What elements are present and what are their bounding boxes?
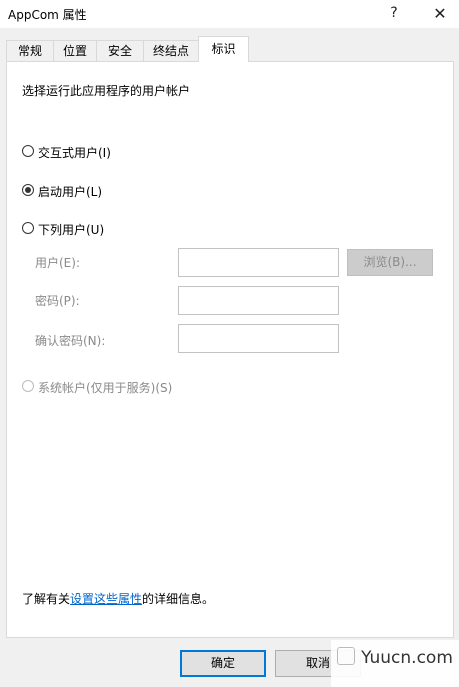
close-button[interactable]: ✕	[420, 0, 459, 28]
launching-user-label[interactable]: 启动用户(L)	[38, 183, 102, 200]
radio-launching-user[interactable]	[22, 184, 34, 196]
password-field-label: 密码(P):	[35, 294, 80, 308]
tab-label: 常规	[17, 44, 42, 58]
tab-identity[interactable]: 标识	[198, 36, 249, 62]
system-account-label: 系统帐户(仅用于服务)(S)	[38, 381, 173, 395]
radio-system-account[interactable]	[22, 380, 34, 392]
identity-heading: 选择运行此应用程序的用户帐户	[22, 84, 191, 98]
user-field-label: 用户(E):	[35, 256, 80, 270]
browse-button[interactable]: 浏览(B)...	[347, 249, 433, 276]
title-bar: AppCom 属性 ? ✕	[0, 0, 459, 28]
tab-label: 安全	[107, 44, 132, 58]
radio-this-user[interactable]	[22, 222, 34, 234]
settings-help-link[interactable]: 设置这些属性	[70, 592, 142, 606]
interactive-user-label[interactable]: 交互式用户(I)	[38, 144, 111, 161]
tab-security[interactable]: 安全	[96, 40, 144, 61]
radio-interactive-user[interactable]	[22, 145, 34, 157]
info-text: 了解有关设置这些属性的详细信息。	[22, 590, 214, 607]
info-suffix: 的详细信息。	[142, 592, 215, 606]
tab-label: 位置	[62, 44, 87, 58]
watermark-text: Yuucn.com	[361, 648, 453, 668]
watermark-logo-icon	[337, 647, 356, 665]
confirm-password-label: 确认密码(N):	[35, 334, 106, 348]
info-prefix: 了解有关	[22, 592, 71, 606]
watermark: Yuucn.com	[331, 640, 459, 687]
ok-button[interactable]: 确定	[180, 650, 266, 677]
password-field[interactable]	[178, 286, 339, 315]
help-button[interactable]: ?	[374, 0, 414, 28]
tab-endpoints[interactable]: 终结点	[143, 40, 199, 61]
tab-general[interactable]: 常规	[6, 40, 54, 61]
tab-location[interactable]: 位置	[53, 40, 97, 61]
user-field[interactable]	[178, 248, 339, 277]
window-title: AppCom 属性	[8, 8, 87, 22]
tab-label: 终结点	[152, 44, 189, 58]
this-user-label[interactable]: 下列用户(U)	[38, 221, 104, 238]
confirm-password-field[interactable]	[178, 324, 339, 353]
tab-label: 标识	[211, 42, 236, 56]
